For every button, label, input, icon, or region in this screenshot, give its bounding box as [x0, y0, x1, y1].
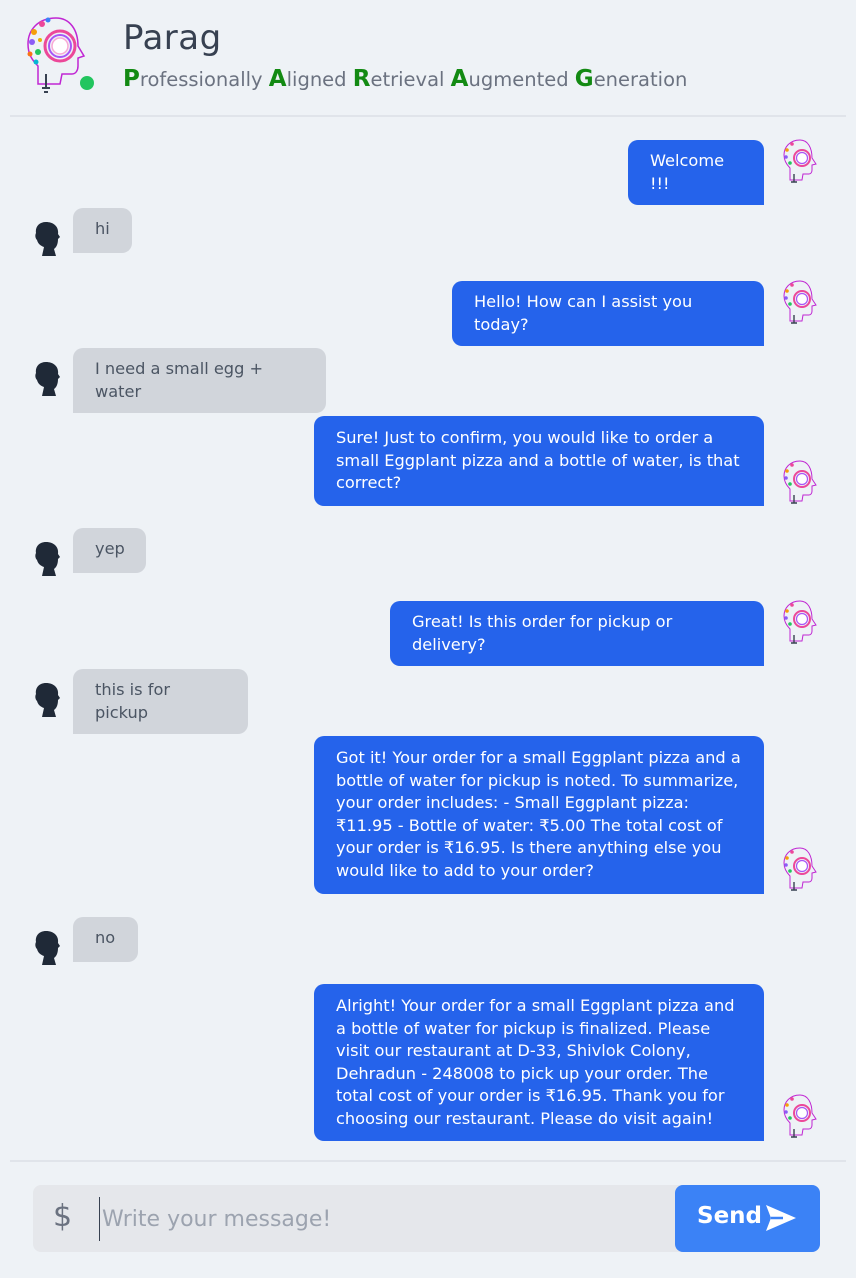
- bot-message-bubble: Great! Is this order for pickup or deliv…: [390, 601, 764, 666]
- user-avatar-icon: [32, 681, 62, 719]
- bot-avatar-icon: [780, 279, 820, 325]
- chat-header: Parag Professionally Aligned Retrieval A…: [0, 0, 856, 116]
- dollar-icon[interactable]: $: [53, 1199, 72, 1234]
- user-message-bubble: I need a small egg + water: [73, 348, 326, 413]
- message-composer: $ Send: [33, 1185, 820, 1252]
- message-input[interactable]: [99, 1197, 669, 1241]
- bot-avatar-icon: [780, 846, 820, 892]
- user-message-bubble: hi: [73, 208, 132, 253]
- bot-avatar-icon: [780, 138, 820, 184]
- acronym-letter: G: [574, 66, 594, 92]
- bot-subtitle: Professionally Aligned Retrieval Augment…: [123, 66, 687, 92]
- bot-avatar-icon: [780, 459, 820, 505]
- acronym-word-rest: eneration: [593, 68, 688, 91]
- bot-name: Parag: [123, 18, 222, 58]
- user-avatar-icon: [32, 360, 62, 398]
- bot-message-bubble: Alright! Your order for a small Eggplant…: [314, 984, 764, 1141]
- send-button[interactable]: Send: [675, 1185, 820, 1252]
- user-avatar-icon: [32, 929, 62, 967]
- acronym-word-rest: rofessionally: [139, 68, 269, 91]
- user-message-bubble: this is for pickup: [73, 669, 248, 734]
- acronym-letter: A: [450, 66, 469, 92]
- online-status-indicator: [78, 74, 96, 92]
- user-message-bubble: yep: [73, 528, 146, 573]
- acronym-word-rest: ligned: [286, 68, 353, 91]
- bot-message-bubble: Hello! How can I assist you today?: [452, 281, 764, 346]
- header-divider: [10, 115, 846, 117]
- bot-message-bubble: Welcome !!!: [628, 140, 764, 205]
- user-message-bubble: no: [73, 917, 138, 962]
- send-button-label: Send: [697, 1203, 763, 1229]
- acronym-letter: R: [352, 66, 371, 92]
- user-avatar-icon: [32, 220, 62, 258]
- acronym-letter: P: [123, 66, 140, 92]
- acronym-word-rest: ugmented: [468, 68, 575, 91]
- paper-plane-icon: [766, 1205, 796, 1231]
- composer-divider: [10, 1160, 846, 1162]
- user-avatar-icon: [32, 540, 62, 578]
- acronym-word-rest: etrieval: [370, 68, 451, 91]
- bot-message-bubble: Got it! Your order for a small Eggplant …: [314, 736, 764, 894]
- acronym-letter: A: [268, 66, 287, 92]
- bot-avatar-icon: [780, 1093, 820, 1139]
- bot-avatar-icon: [780, 599, 820, 645]
- bot-message-bubble: Sure! Just to confirm, you would like to…: [314, 416, 764, 506]
